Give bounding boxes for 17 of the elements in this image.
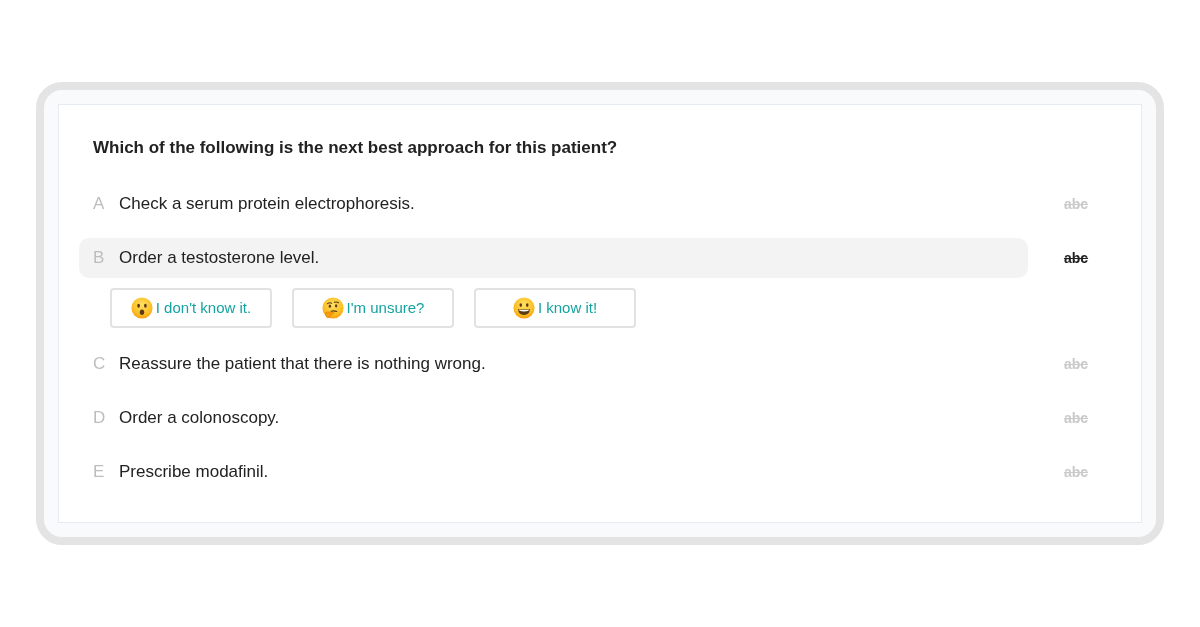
option-text: Reassure the patient that there is nothing wrong. <box>119 353 486 375</box>
confidence-button[interactable]: I don't know it. <box>110 288 272 328</box>
option-letter: E <box>93 461 105 483</box>
option-letter: D <box>93 407 105 429</box>
option-letter: C <box>93 353 105 375</box>
confidence-button[interactable]: I'm unsure? <box>292 288 454 328</box>
strikethrough-button[interactable]: abc <box>1061 248 1091 268</box>
surprised-face-icon <box>130 297 153 319</box>
option-text: Order a testosterone level. <box>119 247 320 269</box>
option-letter: A <box>93 193 105 215</box>
question-text: Which of the following is the next best approach for this patient? <box>93 137 619 159</box>
option-text: Check a serum protein electrophoresis. <box>119 193 415 215</box>
thinking-face-icon <box>321 297 344 319</box>
grinning-face-icon <box>512 297 535 319</box>
option-text: Order a colonoscopy. <box>119 407 280 429</box>
option-text: Prescribe modafinil. <box>119 461 269 483</box>
confidence-button[interactable]: I know it! <box>474 288 636 328</box>
